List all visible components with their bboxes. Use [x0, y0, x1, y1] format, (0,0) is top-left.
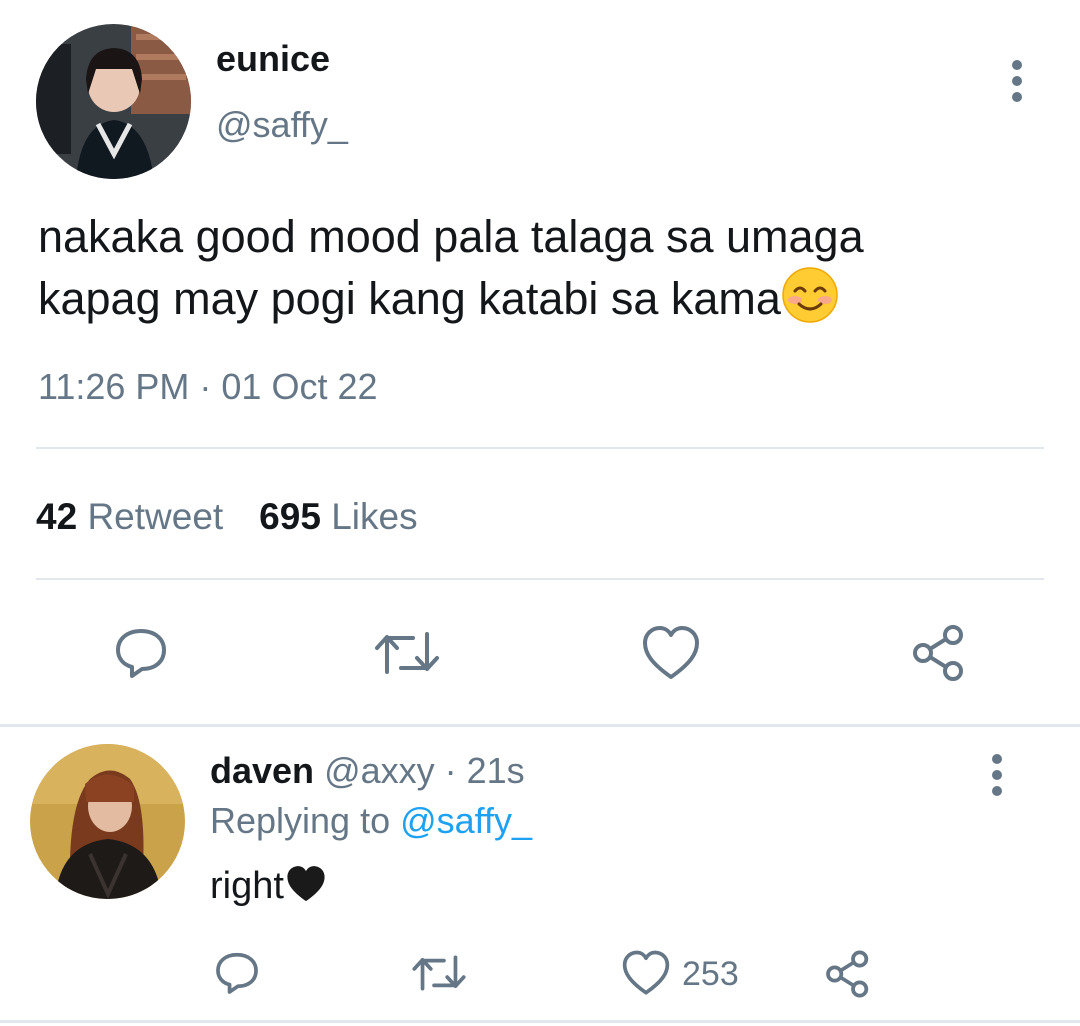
retweet-icon[interactable] [372, 622, 442, 684]
reply-header: daven @axxy · 21s [210, 750, 525, 792]
engagement-stats: 42 Retweet 695 Likes [36, 496, 418, 538]
black-heart-emoji-icon [284, 864, 328, 914]
reply-like-heart-icon[interactable] [620, 948, 672, 998]
tweet-text-line: nakaka good mood pala talaga sa umaga [38, 211, 864, 262]
divider [36, 578, 1044, 580]
retweet-label: Retweet [87, 496, 224, 537]
reply-text-content: right [210, 865, 284, 907]
tweet-text: nakaka good mood pala talaga sa umaga ka… [38, 208, 1038, 338]
reply-retweet-icon[interactable] [410, 948, 468, 998]
reply-separator: · [434, 750, 467, 791]
reply-share-icon[interactable] [822, 948, 874, 1000]
divider [0, 724, 1080, 727]
author-handle[interactable]: @saffy_ [216, 104, 348, 146]
reply-age[interactable]: 21s [467, 750, 525, 791]
reply-like-count: 253 [682, 955, 739, 993]
divider [0, 1020, 1080, 1023]
likes-label: Likes [331, 496, 418, 537]
author-name[interactable]: eunice [216, 38, 330, 80]
reply-text: right [210, 864, 328, 914]
reply-author-handle[interactable]: @axxy [324, 750, 435, 791]
tweet-text-line-2: kapag may pogi kang katabi sa kama [38, 273, 781, 324]
retweet-count: 42 [36, 496, 78, 537]
author-avatar[interactable] [36, 24, 191, 179]
likes-stat[interactable]: 695 Likes [259, 496, 417, 537]
reply-more-options-icon[interactable] [992, 754, 1004, 802]
reply-author-avatar[interactable] [30, 744, 185, 899]
divider [36, 447, 1044, 449]
replying-prefix: Replying to [210, 800, 401, 841]
more-options-icon[interactable] [1012, 60, 1024, 108]
like-heart-icon[interactable] [640, 622, 702, 684]
tweet-text-line: kapag may pogi kang katabi sa kama [38, 266, 1038, 338]
tweet-timestamp[interactable]: 11:26 PM · 01 Oct 22 [38, 366, 378, 408]
reply-icon[interactable] [110, 622, 172, 684]
reply-reply-icon[interactable] [212, 948, 262, 998]
replying-to: Replying to @saffy_ [210, 800, 532, 842]
smiling-face-emoji-icon [781, 266, 839, 338]
replying-to-link[interactable]: @saffy_ [400, 800, 532, 841]
reply-author-name[interactable]: daven [210, 750, 314, 791]
retweet-stat[interactable]: 42 Retweet [36, 496, 223, 537]
share-icon[interactable] [908, 622, 970, 684]
likes-count: 695 [259, 496, 321, 537]
